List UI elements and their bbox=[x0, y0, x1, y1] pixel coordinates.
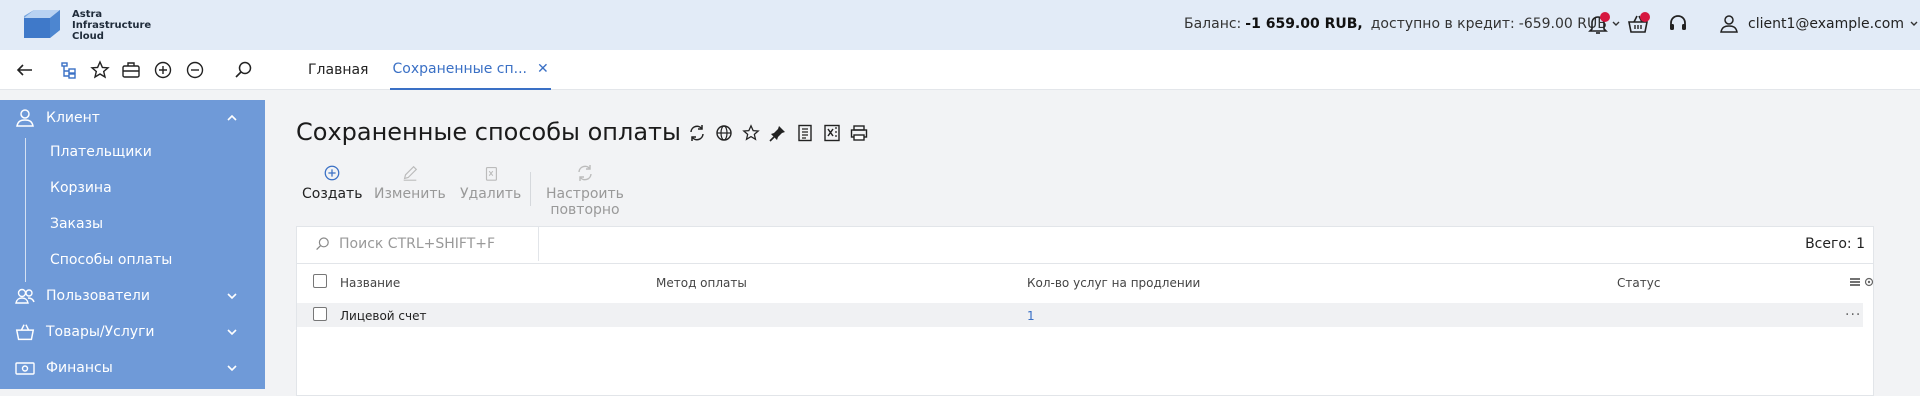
action-separator bbox=[530, 172, 531, 206]
sidebar-item-users[interactable]: Пользователи bbox=[0, 278, 265, 314]
headset-icon bbox=[1670, 15, 1686, 30]
sidebar-item-client[interactable]: Клиент bbox=[0, 100, 265, 136]
cell-name: Лицевой счет bbox=[340, 309, 427, 323]
user-menu[interactable]: client1@example.com bbox=[1718, 13, 1919, 35]
users-icon bbox=[15, 288, 35, 304]
close-icon[interactable]: ✕ bbox=[537, 61, 549, 77]
page-title: Сохраненные способы оплаты bbox=[296, 118, 681, 146]
sidebar-item-label: Пользователи bbox=[46, 288, 150, 304]
globe-icon[interactable] bbox=[715, 124, 733, 142]
sidebar-item-finance[interactable]: Финансы bbox=[0, 350, 265, 386]
back-arrow-icon[interactable] bbox=[15, 60, 35, 80]
button-label: Создать bbox=[302, 186, 363, 202]
balance-value: -1 659.00 RUB, bbox=[1245, 16, 1363, 32]
sidebar-item-cart[interactable]: Корзина bbox=[50, 180, 112, 196]
settings-gear-icon[interactable] bbox=[1864, 277, 1874, 287]
logo[interactable]: Astra Infrastructure Cloud bbox=[20, 8, 152, 42]
table-row[interactable]: Лицевой счет 1 ··· bbox=[297, 303, 1863, 327]
tab-label: Главная bbox=[308, 62, 369, 78]
search-icon bbox=[316, 237, 329, 251]
cell-renewal-count-link[interactable]: 1 bbox=[1027, 309, 1035, 323]
credit-label: доступно в кредит: bbox=[1370, 16, 1515, 32]
pin-icon[interactable] bbox=[769, 124, 787, 142]
logo-text: Astra Infrastructure Cloud bbox=[72, 8, 152, 42]
search-placeholder: Поиск CTRL+SHIFT+F bbox=[339, 236, 496, 252]
balance-info[interactable]: Баланс: -1 659.00 RUB, доступно в кредит… bbox=[1184, 16, 1621, 32]
toolbar-row: Главная Сохраненные сп... ✕ bbox=[0, 50, 1920, 90]
button-label: Настроить повторно bbox=[546, 186, 624, 218]
sidebar-item-payers[interactable]: Плательщики bbox=[50, 144, 152, 160]
cart-button[interactable] bbox=[1626, 12, 1650, 36]
sidebar-item-payment-methods[interactable]: Способы оплаты bbox=[50, 252, 172, 268]
balance-label: Баланс: bbox=[1184, 16, 1242, 32]
chevron-down-icon bbox=[1612, 21, 1620, 26]
column-header-status[interactable]: Статус bbox=[1617, 276, 1660, 290]
create-button[interactable]: Создать bbox=[302, 164, 362, 202]
notifications-button[interactable] bbox=[1586, 12, 1610, 36]
plus-circle-icon[interactable] bbox=[153, 60, 173, 80]
title-toolbar bbox=[688, 124, 877, 142]
delete-button[interactable]: Удалить bbox=[460, 164, 521, 202]
star-icon[interactable] bbox=[742, 124, 760, 142]
user-icon bbox=[1720, 15, 1738, 33]
plus-circle-icon bbox=[324, 165, 340, 181]
chevron-down-icon bbox=[227, 365, 237, 372]
sidebar-item-label: Финансы bbox=[46, 360, 113, 376]
minus-circle-icon[interactable] bbox=[185, 60, 205, 80]
cart-badge bbox=[1640, 12, 1650, 22]
sidebar-tree-line bbox=[25, 138, 26, 282]
chevron-down-icon bbox=[1910, 21, 1918, 26]
table-header: Название Метод оплаты Кол-во услуг на пр… bbox=[297, 263, 1874, 299]
search-icon[interactable] bbox=[234, 60, 254, 80]
basket-icon bbox=[15, 324, 35, 341]
pencil-icon bbox=[403, 165, 418, 181]
tree-icon[interactable] bbox=[59, 60, 79, 80]
column-header-name[interactable]: Название bbox=[340, 276, 400, 290]
trash-icon bbox=[485, 167, 497, 181]
sidebar-item-label: Товары/Услуги bbox=[46, 324, 155, 340]
user-email: client1@example.com bbox=[1748, 16, 1904, 32]
user-icon bbox=[16, 109, 34, 127]
sidebar-item-goods[interactable]: Товары/Услуги bbox=[0, 314, 265, 350]
printer-icon[interactable] bbox=[850, 124, 868, 142]
total-count: Всего: 1 bbox=[1805, 236, 1865, 252]
column-header-renewal-count[interactable]: Кол-во услуг на продлении bbox=[1027, 276, 1200, 290]
sidebar-item-orders[interactable]: Заказы bbox=[50, 216, 103, 232]
edit-button[interactable]: Изменить bbox=[374, 164, 446, 202]
tab-saved-payment-methods[interactable]: Сохраненные сп... ✕ bbox=[390, 50, 551, 90]
table-panel: Поиск CTRL+SHIFT+F Всего: 1 Название Мет… bbox=[296, 226, 1874, 396]
top-header: Astra Infrastructure Cloud Баланс: -1 65… bbox=[0, 0, 1920, 50]
refresh-icon bbox=[578, 165, 592, 181]
logo-icon bbox=[24, 10, 60, 38]
tab-label: Сохраненные сп... bbox=[392, 61, 527, 77]
notification-badge bbox=[1600, 12, 1610, 22]
support-button[interactable] bbox=[1666, 12, 1690, 36]
sidebar-item-label: Клиент bbox=[46, 110, 100, 126]
tab-home[interactable]: Главная bbox=[306, 50, 370, 90]
tab-bar: Главная Сохраненные сп... ✕ bbox=[306, 50, 571, 90]
button-label: Изменить bbox=[374, 186, 446, 202]
sidebar: Клиент Плательщики Корзина Заказы Способ… bbox=[0, 100, 265, 389]
excel-export-icon[interactable] bbox=[823, 124, 841, 142]
chevron-up-icon bbox=[227, 114, 237, 121]
refresh-icon[interactable] bbox=[688, 124, 706, 142]
briefcase-icon[interactable] bbox=[121, 60, 141, 80]
search-input[interactable]: Поиск CTRL+SHIFT+F bbox=[297, 227, 539, 261]
document-icon[interactable] bbox=[796, 124, 814, 142]
reconfigure-button[interactable]: Настроить повторно bbox=[546, 164, 624, 218]
columns-menu-icon[interactable] bbox=[1849, 276, 1861, 288]
chevron-down-icon bbox=[227, 293, 237, 300]
row-more-icon[interactable]: ··· bbox=[1845, 307, 1861, 323]
select-all-checkbox[interactable] bbox=[313, 274, 327, 288]
star-icon[interactable] bbox=[90, 60, 110, 80]
money-icon bbox=[15, 362, 35, 375]
column-header-method[interactable]: Метод оплаты bbox=[656, 276, 747, 290]
row-checkbox[interactable] bbox=[313, 307, 327, 321]
chevron-down-icon bbox=[227, 329, 237, 336]
button-label: Удалить bbox=[460, 186, 522, 202]
